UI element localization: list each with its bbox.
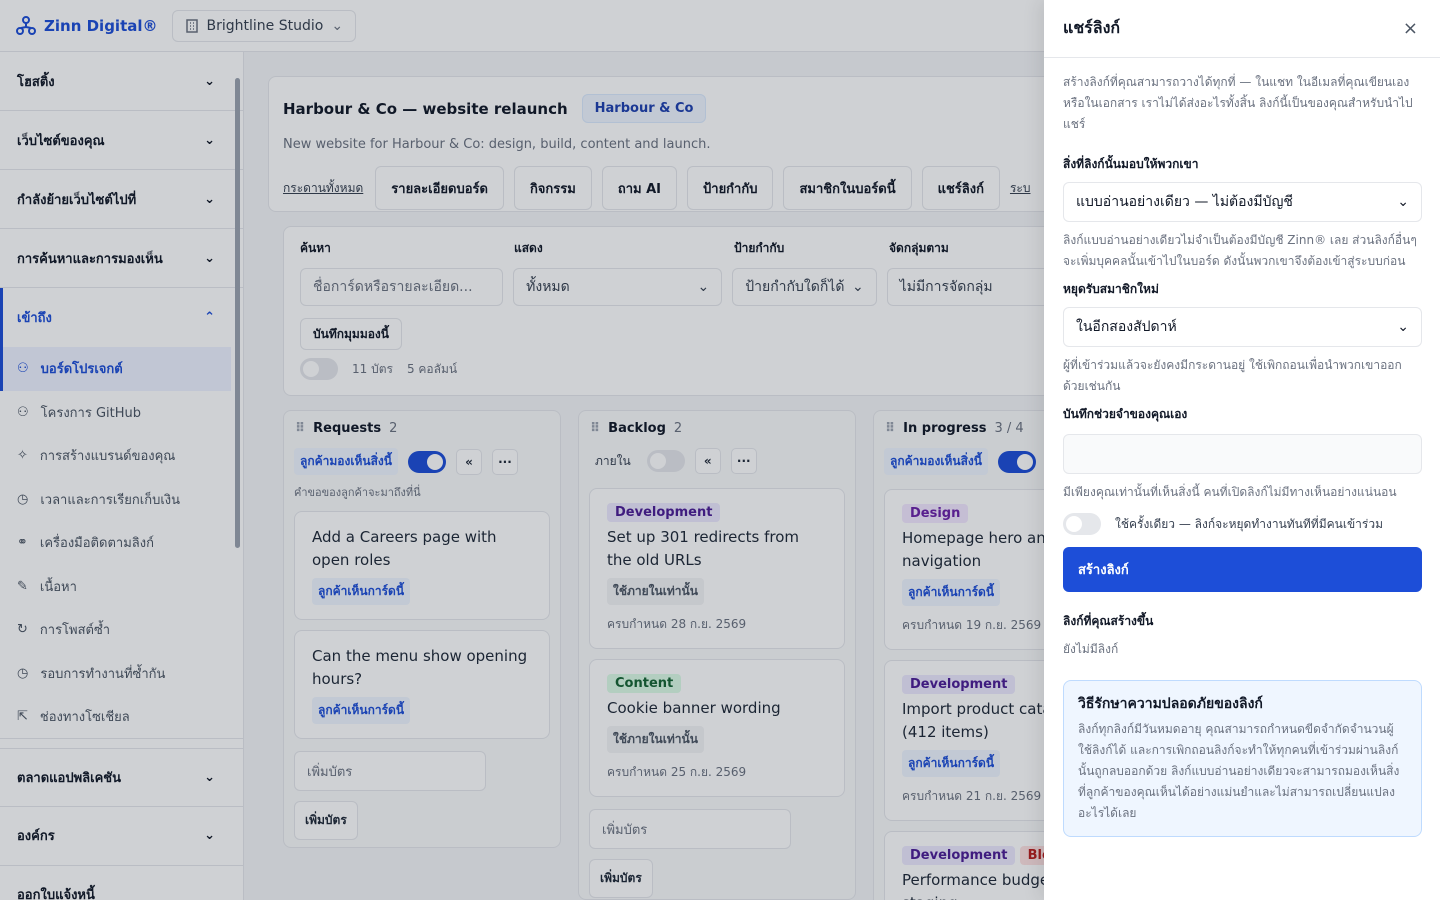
expiry-help: ผู้ที่เข้าร่วมแล้วจะยังคงมีกระดานอยู่ ใช… [1063,358,1402,393]
expiry-select[interactable]: ในอีกสองสัปดาห์ ⌄ [1063,307,1422,347]
created-links-empty: ยังไม่มีลิงก์ [1063,642,1119,656]
single-use-toggle[interactable] [1063,513,1101,535]
create-link-button[interactable]: สร้างลิงก์ [1063,547,1422,592]
access-help: ลิงก์แบบอ่านอย่างเดียวไม่จำเป็นต้องมีบัญ… [1063,233,1417,268]
create-link-label: สร้างลิงก์ [1078,563,1129,578]
note-label: บันทึกช่วยจำของคุณเอง [1063,407,1188,421]
access-value: แบบอ่านอย่างเดียว — ไม่ต้องมีบัญชี [1076,194,1293,210]
access-label: สิ่งที่ลิงก์นั้นมอบให้พวกเขา [1063,157,1199,171]
access-select[interactable]: แบบอ่านอย่างเดียว — ไม่ต้องมีบัญชี ⌄ [1063,182,1422,222]
expiry-value: ในอีกสองสัปดาห์ [1076,319,1177,335]
share-link-panel: แชร์ลิงก์ × สร้างลิงก์ที่คุณสามารถวางได้… [1044,0,1440,900]
single-use-label: ใช้ครั้งเดียว — ลิงก์จะหยุดทำงานทันทีที่… [1115,516,1383,531]
info-title: วิธีรักษาความปลอดภัยของลิงก์ [1078,696,1263,712]
close-icon[interactable]: × [1403,18,1418,39]
chevron-down-icon: ⌄ [1397,194,1409,210]
expiry-label: หยุดรับสมาชิกใหม่ [1063,282,1159,296]
note-help: มีเพียงคุณเท่านั้นที่เห็นสิ่งนี้ คนที่เป… [1063,485,1397,499]
modal-overlay[interactable] [0,0,1044,900]
security-info-box: วิธีรักษาความปลอดภัยของลิงก์ ลิงก์ทุกลิง… [1063,680,1422,837]
note-input[interactable] [1063,434,1422,474]
panel-title: แชร์ลิงก์ [1063,18,1121,37]
panel-intro: สร้างลิงก์ที่คุณสามารถวางได้ทุกที่ — ในแ… [1063,75,1413,131]
info-text: ลิงก์ทุกลิงก์มีวันหมดอายุ คุณสามารถกำหนด… [1078,722,1400,820]
chevron-down-icon: ⌄ [1397,319,1409,335]
created-links-label: ลิงก์ที่คุณสร้างขึ้น [1063,614,1154,628]
